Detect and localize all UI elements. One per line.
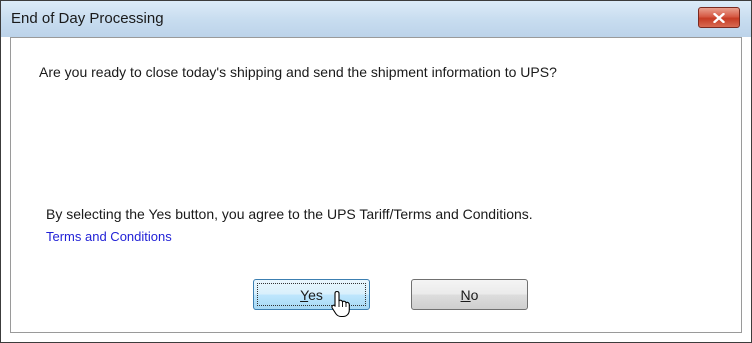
close-button[interactable] xyxy=(698,7,740,28)
confirmation-question: Are you ready to close today's shipping … xyxy=(39,64,557,80)
close-icon xyxy=(713,12,725,23)
no-button-label: No xyxy=(460,286,479,303)
dialog-content: Are you ready to close today's shipping … xyxy=(10,37,742,333)
title-bar[interactable]: End of Day Processing xyxy=(1,1,751,37)
end-of-day-dialog: End of Day Processing Are you ready to c… xyxy=(0,0,752,343)
yes-button-label: Yes xyxy=(300,286,323,303)
agreement-text: By selecting the Yes button, you agree t… xyxy=(46,206,533,222)
window-title: End of Day Processing xyxy=(11,10,164,27)
hand-pointer-cursor-icon xyxy=(331,290,350,318)
terms-and-conditions-link[interactable]: Terms and Conditions xyxy=(46,229,172,244)
yes-button[interactable]: Yes xyxy=(253,279,370,310)
no-button[interactable]: No xyxy=(411,279,528,310)
